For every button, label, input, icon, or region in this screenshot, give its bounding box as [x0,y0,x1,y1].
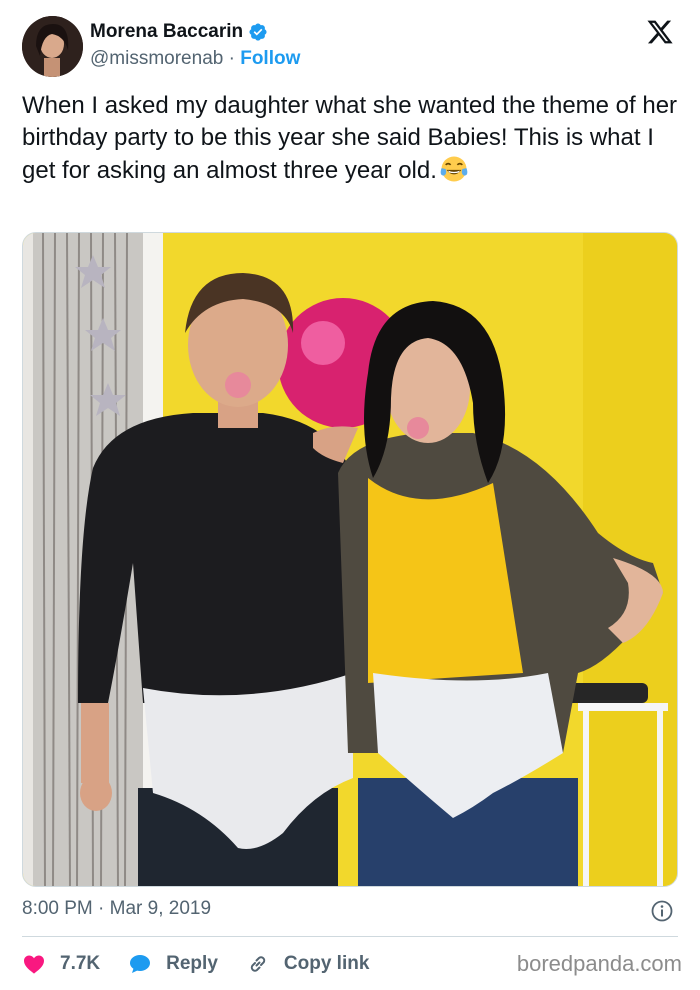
verified-badge-icon [249,23,267,41]
copy-link-button[interactable]: Copy link [246,952,370,976]
copy-link-label: Copy link [283,953,370,974]
avatar[interactable] [22,16,83,77]
reply-label: Reply [166,953,218,974]
photo-two-adults-in-diapers [23,233,677,886]
follow-button[interactable]: Follow [240,48,300,69]
tweet-photo[interactable] [22,232,678,887]
tweet-text: When I asked my daughter what she wanted… [22,92,678,184]
reply-bubble-icon [130,955,151,973]
handle-separator: · [223,48,241,69]
tweet-timestamp[interactable]: 8:00 PM · Mar 9, 2019 [22,898,211,920]
watermark: boredpanda.com [516,951,682,976]
author-handle[interactable]: @missmorenab [90,48,223,69]
like-button[interactable]: 7.7K [22,952,100,976]
tweet-header: Morena Baccarin @missmorenab · Follow [22,16,678,78]
tweet-text-block: When I asked my daughter what she wanted… [22,90,682,187]
x-logo-icon[interactable] [646,18,674,46]
tweet-actions-bar: 7.7K Reply Copy link [22,946,397,982]
info-icon[interactable] [650,899,674,923]
handle-row: @missmorenab · Follow [90,48,300,70]
author-display-name[interactable]: Morena Baccarin [90,21,243,43]
face-with-tears-of-joy-icon [440,156,468,182]
heart-icon [24,955,44,974]
link-icon [250,956,266,972]
actions-divider [22,936,678,937]
reply-button[interactable]: Reply [128,952,218,976]
avatar-image [22,16,83,77]
like-count: 7.7K [60,953,101,974]
